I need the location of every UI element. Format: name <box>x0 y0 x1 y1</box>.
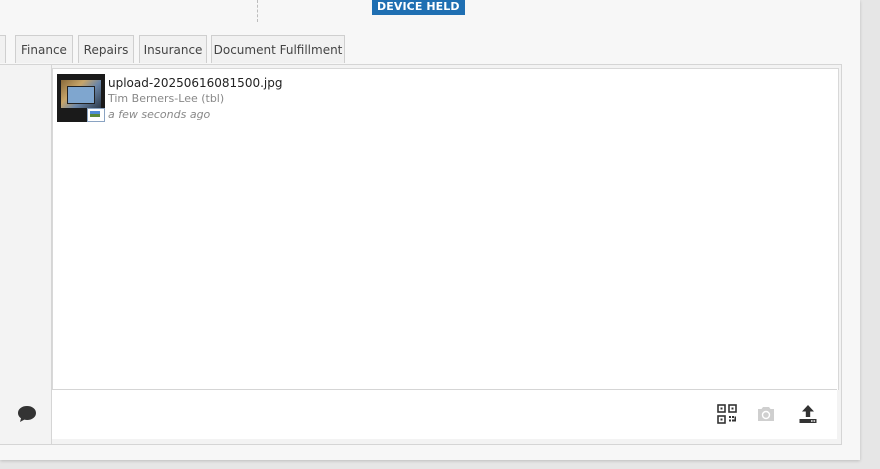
document-panel: upload-20250616081500.jpg Tim Berners-Le… <box>0 64 842 445</box>
bottom-toolbar <box>52 389 837 439</box>
file-item[interactable]: upload-20250616081500.jpg Tim Berners-Le… <box>57 74 357 124</box>
file-list: upload-20250616081500.jpg Tim Berners-Le… <box>52 68 839 390</box>
image-file-icon <box>87 108 105 122</box>
comment-icon[interactable] <box>16 404 38 424</box>
left-rail <box>0 65 52 444</box>
status-badge: DEVICE HELD <box>372 0 465 15</box>
thumbnail-screen <box>67 86 95 104</box>
page-panel: DEVICE HELD Finance Repairs Insurance Do… <box>0 0 860 460</box>
dashed-divider <box>257 0 258 22</box>
file-thumbnail[interactable] <box>57 74 105 122</box>
qr-code-icon[interactable] <box>717 404 737 424</box>
camera-icon[interactable] <box>756 404 776 424</box>
tab-insurance[interactable]: Insurance <box>139 35 207 63</box>
file-name[interactable]: upload-20250616081500.jpg <box>108 76 282 90</box>
tab-bar: Finance Repairs Insurance Document Fulfi… <box>0 35 860 65</box>
tab-partial[interactable] <box>0 35 6 63</box>
file-uploader: Tim Berners-Lee (tbl) <box>108 92 225 105</box>
tab-repairs[interactable]: Repairs <box>78 35 134 63</box>
upload-icon[interactable] <box>798 404 818 424</box>
file-timestamp: a few seconds ago <box>108 108 211 121</box>
tab-document-fulfillment[interactable]: Document Fulfillment <box>211 35 345 63</box>
tab-finance[interactable]: Finance <box>15 35 73 63</box>
